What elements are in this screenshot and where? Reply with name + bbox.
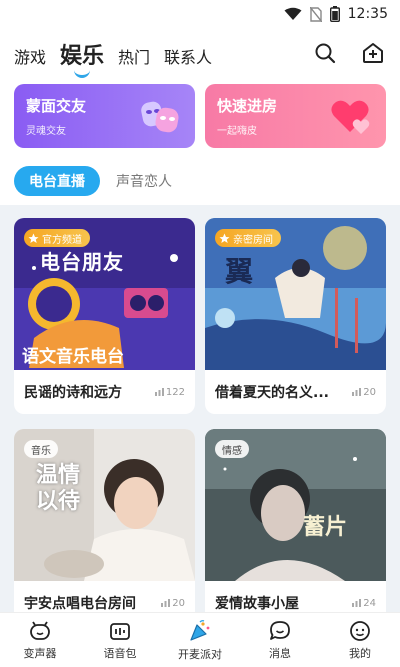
status-time: 12:35 <box>347 6 388 22</box>
nav-voice-changer[interactable]: 变声器 <box>5 620 75 661</box>
listener-count: 24 <box>352 598 376 609</box>
nav-messages[interactable]: 消息 <box>245 620 315 661</box>
sub-tabs: 电台直播 声音恋人 <box>14 166 172 196</box>
room-cover: 电台朋友 语文音乐电台 官方频道 <box>14 218 195 370</box>
banner-row: 蒙面交友 灵魂交友 快速进房 一起嗨皮 <box>14 84 386 148</box>
room-grid: 电台朋友 语文音乐电台 官方频道 民谣的诗和远方 122 翼 亲密房间 借着夏天… <box>0 205 400 612</box>
add-room-icon[interactable] <box>362 42 384 64</box>
nav-label: 消息 <box>269 646 291 660</box>
nav-label: 我的 <box>349 646 371 660</box>
star-icon <box>219 233 230 243</box>
search-icon[interactable] <box>314 42 336 64</box>
message-icon <box>270 620 290 640</box>
signal-icon <box>161 599 171 607</box>
tab-voice-lovers[interactable]: 声音恋人 <box>116 171 172 191</box>
nav-label: 开麦派对 <box>178 647 222 661</box>
listener-count: 122 <box>154 386 185 398</box>
nav-label: 语音包 <box>103 646 137 660</box>
room-card[interactable]: 翼 亲密房间 借着夏天的名义... 20 <box>205 218 386 414</box>
wifi-icon <box>284 7 302 20</box>
room-title: 宇安点唱电台房间 <box>24 596 136 612</box>
hearts-icon <box>331 100 370 134</box>
party-icon <box>190 619 210 641</box>
count-value: 122 <box>165 386 185 398</box>
poster-headline: 翼 <box>225 255 254 288</box>
badge-label: 音乐 <box>31 445 51 457</box>
nav-party[interactable]: 开麦派对 <box>165 619 235 662</box>
quick-join-banner[interactable]: 快速进房 一起嗨皮 <box>205 84 386 148</box>
tab-games[interactable]: 游戏 <box>14 44 46 78</box>
room-title: 民谣的诗和远方 <box>24 385 122 401</box>
count-value: 20 <box>363 386 376 398</box>
room-cover: 温情以待 音乐 <box>14 429 195 581</box>
room-cover: 蓄片 情感 <box>205 429 386 581</box>
room-cover: 翼 亲密房间 <box>205 218 386 370</box>
masked-dating-banner[interactable]: 蒙面交友 灵魂交友 <box>14 84 195 148</box>
tab-entertainment[interactable]: 娱乐 <box>60 38 104 78</box>
room-card[interactable]: 温情以待 音乐 宇安点唱电台房间 20 <box>14 429 195 612</box>
star-icon <box>28 233 39 243</box>
badge-label: 情感 <box>222 445 242 457</box>
nav-voice-pack[interactable]: 语音包 <box>85 620 155 661</box>
status-bar: 12:35 <box>0 0 400 28</box>
count-value: 20 <box>172 597 185 609</box>
nav-profile[interactable]: 我的 <box>325 620 395 661</box>
poster-headline: 温情以待 <box>36 463 81 514</box>
listener-count: 20 <box>352 387 376 398</box>
profile-icon <box>350 620 370 641</box>
room-badge: 情感 <box>215 440 249 458</box>
room-card[interactable]: 蓄片 情感 爱情故事小屋 24 <box>205 429 386 612</box>
room-badge: 音乐 <box>24 440 58 458</box>
voice-pack-icon <box>110 622 130 640</box>
tab-contacts[interactable]: 联系人 <box>164 44 212 78</box>
tab-radio-live[interactable]: 电台直播 <box>14 166 100 196</box>
no-sim-icon <box>309 6 322 22</box>
battery-icon <box>329 6 340 22</box>
mask-icon <box>141 101 179 133</box>
signal-icon <box>352 388 362 396</box>
badge-label: 官方频道 <box>42 234 82 246</box>
signal-icon <box>352 599 362 607</box>
count-value: 24 <box>363 597 376 609</box>
top-nav: 游戏 娱乐 热门 联系人 <box>0 34 400 78</box>
nav-label: 变声器 <box>23 646 57 660</box>
room-title: 爱情故事小屋 <box>215 596 299 612</box>
room-card[interactable]: 电台朋友 语文音乐电台 官方频道 民谣的诗和远方 122 <box>14 218 195 414</box>
listener-count: 20 <box>161 598 185 609</box>
poster-headline: 电台朋友 <box>40 250 124 274</box>
voice-changer-icon <box>30 621 50 640</box>
room-badge: 亲密房间 <box>215 229 281 247</box>
poster-caption: 语文音乐电台 <box>22 347 124 367</box>
badge-label: 亲密房间 <box>233 234 273 246</box>
signal-icon <box>154 388 164 396</box>
poster-headline: 蓄片 <box>303 515 348 540</box>
room-badge: 官方频道 <box>24 229 90 247</box>
room-title: 借着夏天的名义... <box>215 385 329 401</box>
bottom-nav: 变声器 语音包 开麦派对 消息 我的 <box>0 612 400 667</box>
tab-hot[interactable]: 热门 <box>118 44 150 78</box>
